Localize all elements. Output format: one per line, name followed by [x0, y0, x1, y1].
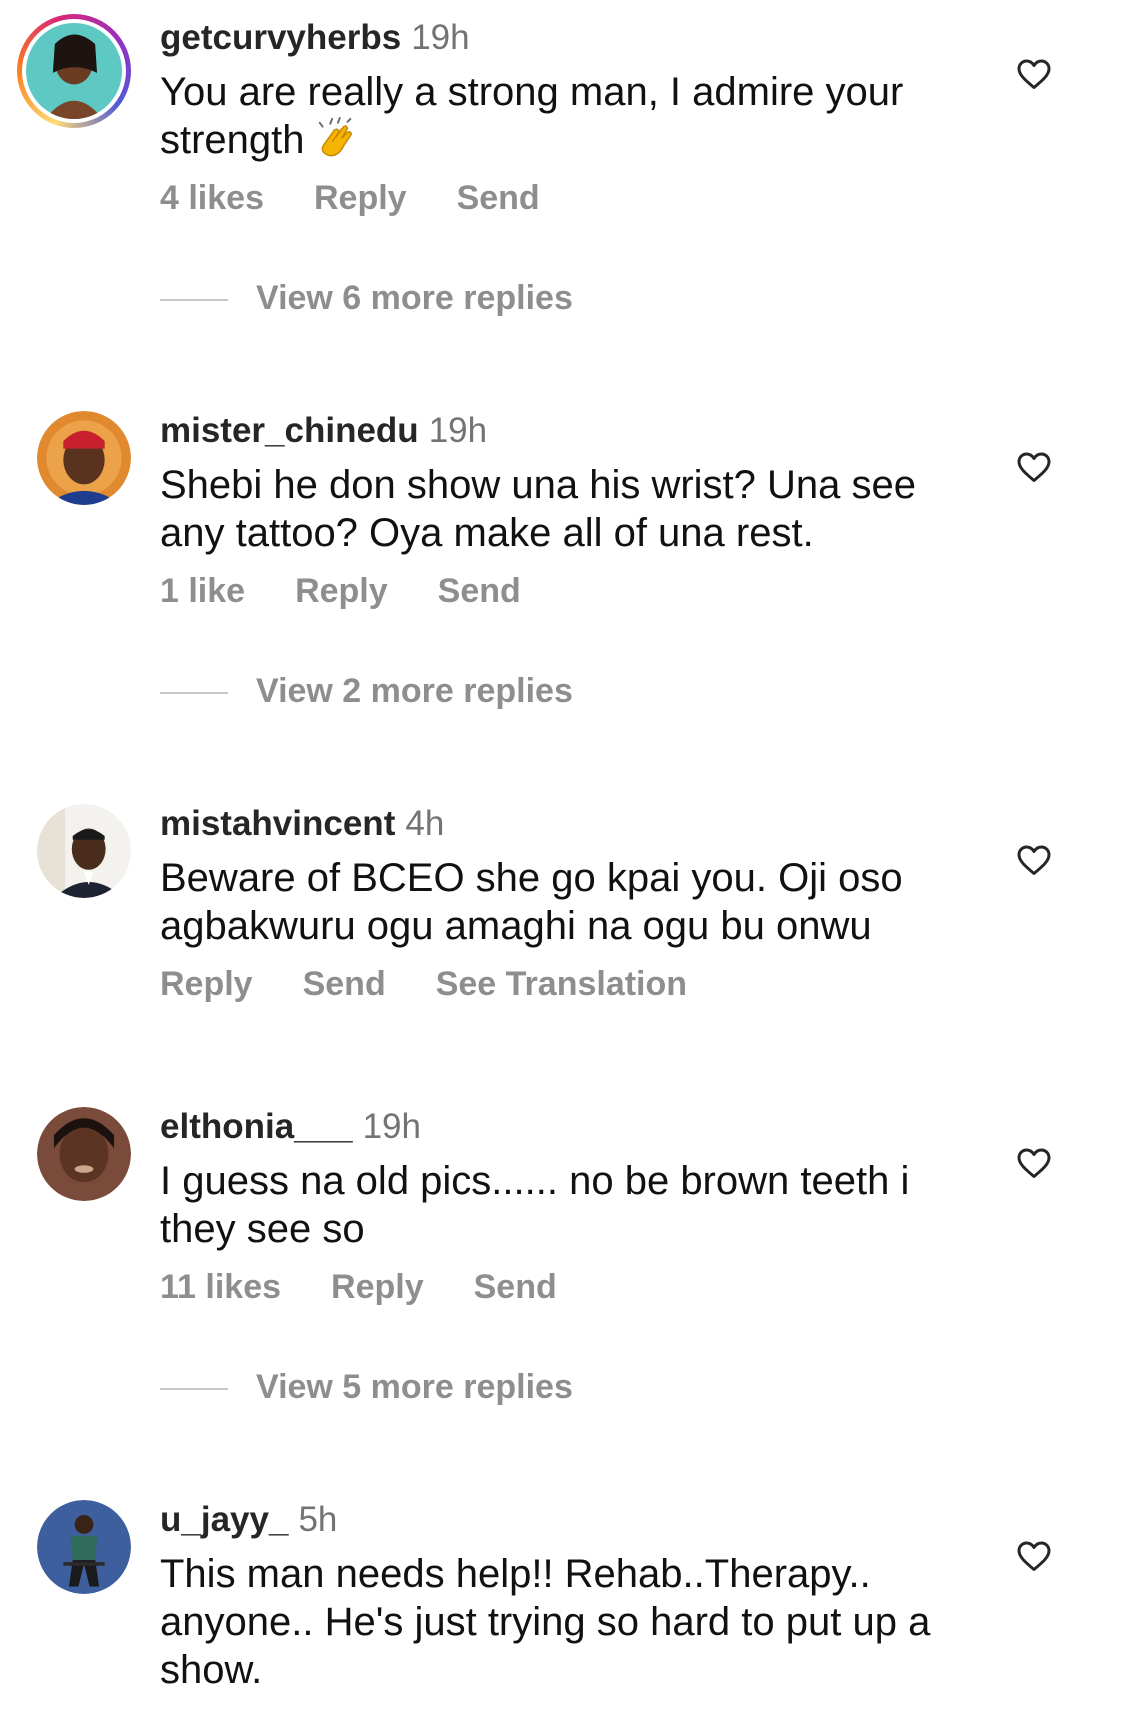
- comment-header: mister_chinedu 19h: [160, 411, 487, 451]
- reply-button[interactable]: Reply: [295, 572, 388, 610]
- avatar-image: [26, 23, 122, 119]
- timestamp: 5h: [298, 1500, 338, 1539]
- timestamp: 19h: [411, 18, 470, 57]
- timestamp: 4h: [405, 804, 445, 843]
- comment-actions: 1 like Reply Send: [160, 571, 571, 611]
- heart-icon[interactable]: [1016, 842, 1052, 878]
- likes-count[interactable]: 1 like: [160, 572, 245, 610]
- comment-text: You are really a strong man, I admire yo…: [160, 68, 960, 164]
- avatar-image: [37, 804, 131, 898]
- avatar[interactable]: [37, 1107, 131, 1201]
- send-button[interactable]: Send: [303, 965, 386, 1003]
- divider: [160, 1388, 228, 1391]
- view-more-replies[interactable]: View 6 more replies: [160, 278, 573, 318]
- timestamp: 19h: [362, 1107, 421, 1146]
- comment-text: Shebi he don show una his wrist? Una see…: [160, 463, 917, 555]
- reply-button[interactable]: Reply: [331, 1268, 424, 1306]
- comment-body: You are really a strong man, I admire yo…: [160, 70, 904, 162]
- comment-actions: 11 likes Reply Send: [160, 1267, 607, 1307]
- heart-icon[interactable]: [1016, 56, 1052, 92]
- view-more-replies[interactable]: View 5 more replies: [160, 1367, 573, 1407]
- likes-count[interactable]: 11 likes: [160, 1268, 281, 1306]
- view-more-label: View 2 more replies: [256, 672, 573, 710]
- divider: [160, 299, 228, 302]
- send-button[interactable]: Send: [474, 1268, 557, 1306]
- avatar-image: [37, 1500, 131, 1594]
- avatar-image: [37, 411, 131, 505]
- comment-text: Beware of BCEO she go kpai you. Oji oso …: [160, 856, 903, 948]
- username[interactable]: u_jayy_: [160, 1500, 288, 1539]
- view-more-label: View 5 more replies: [256, 1368, 573, 1406]
- view-more-label: View 6 more replies: [256, 279, 573, 317]
- reply-button[interactable]: Reply: [160, 965, 253, 1003]
- heart-icon[interactable]: [1016, 449, 1052, 485]
- avatar[interactable]: [37, 411, 131, 505]
- comment-header: elthonia___ 19h: [160, 1107, 421, 1147]
- timestamp: 19h: [428, 411, 488, 450]
- username[interactable]: mister_chinedu: [160, 411, 419, 450]
- view-more-replies[interactable]: View 2 more replies: [160, 671, 573, 711]
- avatar[interactable]: [37, 804, 131, 898]
- username[interactable]: elthonia___: [160, 1107, 353, 1146]
- avatar-image: [37, 1107, 131, 1201]
- comment-text: This man needs help!! Rehab..Therapy.. a…: [160, 1552, 931, 1692]
- see-translation-button[interactable]: See Translation: [436, 965, 687, 1003]
- avatar[interactable]: [37, 1500, 131, 1594]
- comment-header: mistahvincent 4h: [160, 804, 444, 844]
- comment-item: mister_chinedu 19h Shebi he don show una …: [0, 411, 1125, 741]
- heart-icon[interactable]: [1016, 1538, 1052, 1574]
- comment-item: elthonia___ 19h I guess na old pics......…: [0, 1107, 1125, 1437]
- reply-button[interactable]: Reply: [314, 179, 407, 217]
- clapping-hands-icon: [318, 117, 352, 157]
- username[interactable]: mistahvincent: [160, 804, 395, 843]
- story-ring-avatar[interactable]: [17, 14, 131, 128]
- divider: [160, 692, 228, 695]
- comment-actions: 4 likes Reply Send: [160, 178, 590, 218]
- comment-actions: Reply Send See Translation: [160, 964, 737, 1004]
- comment-item: getcurvyherbs 19h You are really a strong…: [0, 14, 1125, 348]
- send-button[interactable]: Send: [457, 179, 540, 217]
- comment-item: u_jayy_ 5h This man needs help!! Rehab..T…: [0, 1500, 1125, 1712]
- comment-header: u_jayy_ 5h: [160, 1500, 337, 1540]
- username[interactable]: getcurvyherbs: [160, 18, 401, 57]
- comment-header: getcurvyherbs 19h: [160, 18, 470, 58]
- likes-count[interactable]: 4 likes: [160, 179, 264, 217]
- comment-item: mistahvincent 4h Beware of BCEO she go kp…: [0, 804, 1125, 1044]
- comment-text: I guess na old pics...... no be brown te…: [160, 1159, 910, 1251]
- heart-icon[interactable]: [1016, 1145, 1052, 1181]
- send-button[interactable]: Send: [438, 572, 521, 610]
